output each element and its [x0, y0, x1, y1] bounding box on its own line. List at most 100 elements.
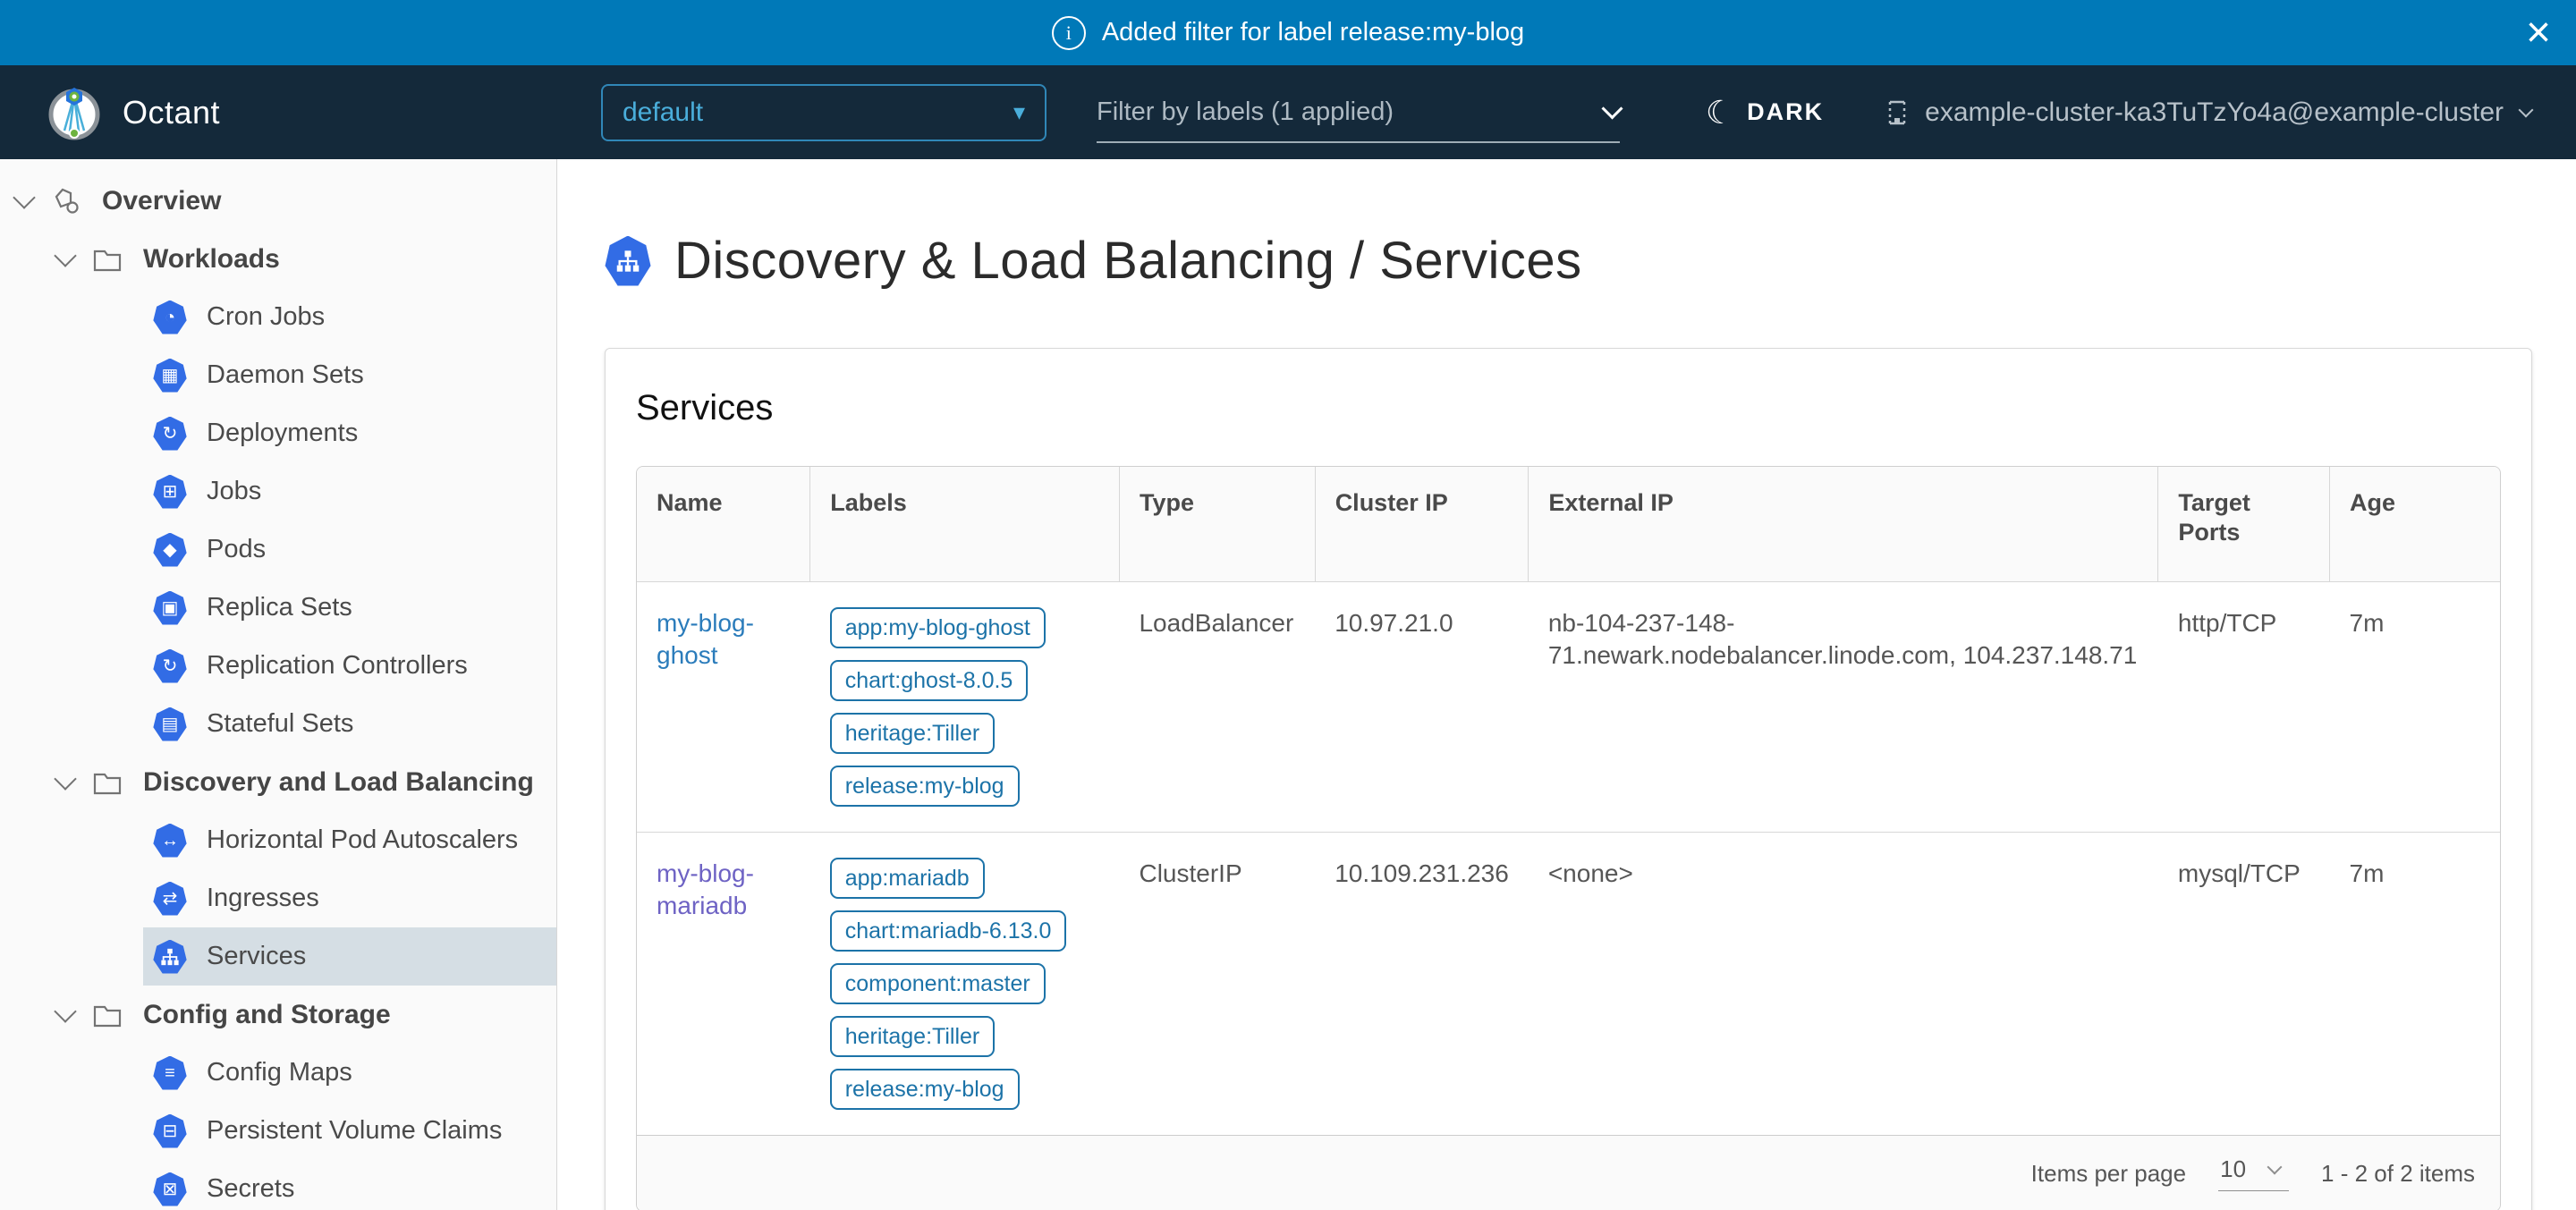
items-per-page-value: 10	[2220, 1155, 2246, 1183]
items-per-page-label: Items per page	[2031, 1160, 2186, 1188]
services-card: Services Name Labels Type Clust	[605, 348, 2532, 1210]
sidebar-item-pods[interactable]: ◆ Pods	[0, 520, 556, 579]
sidebar-group-label: Config and Storage	[143, 1000, 391, 1030]
label-filter-text: Filter by labels (1 applied)	[1097, 97, 1394, 127]
sidebar-item-replica-sets[interactable]: ▣ Replica Sets	[0, 579, 556, 637]
deployment-icon: ↻	[153, 417, 187, 451]
sidebar-item-stateful-sets[interactable]: ▤ Stateful Sets	[0, 695, 556, 753]
sidebar-item-deployments[interactable]: ↻ Deployments	[0, 404, 556, 462]
column-header-age: Age	[2330, 467, 2501, 582]
sidebar-item-label: Pods	[207, 535, 266, 564]
items-per-page-select[interactable]: 10	[2218, 1155, 2289, 1191]
column-header-cluster-ip: Cluster IP	[1315, 467, 1529, 582]
chevron-down-icon	[2267, 1160, 2283, 1175]
cluster-ip: 10.109.231.236	[1315, 833, 1529, 1136]
chevron-down-icon[interactable]	[54, 767, 76, 790]
chevron-down-icon[interactable]	[54, 244, 76, 267]
column-header-name: Name	[637, 467, 810, 582]
service-link[interactable]: my-blog-ghost	[657, 609, 754, 669]
dropdown-caret-icon: ▾	[1013, 98, 1025, 126]
sidebar-item-label: Secrets	[207, 1174, 294, 1204]
cluster-selector[interactable]: example-cluster-ka3TuTzYo4a@example-clus…	[1883, 97, 2531, 128]
secret-icon: ⊠	[153, 1172, 187, 1206]
column-header-external-ip: External IP	[1529, 467, 2158, 582]
sidebar-item-label: Services	[207, 942, 306, 971]
folder-icon	[91, 1001, 123, 1029]
pod-icon: ◆	[153, 533, 187, 567]
services-table: Name Labels Type Cluster IP External IP …	[636, 466, 2501, 1210]
sidebar-item-label: Cron Jobs	[207, 302, 325, 332]
close-icon[interactable]: ×	[2526, 12, 2551, 55]
notification-bar: i Added filter for label release:my-blog…	[0, 0, 2576, 65]
label-filter[interactable]: Filter by labels (1 applied)	[1097, 97, 1620, 143]
label-tag[interactable]: chart:mariadb-6.13.0	[830, 910, 1067, 952]
service-type: LoadBalancer	[1119, 582, 1315, 833]
service-link[interactable]: my-blog-mariadb	[657, 859, 754, 919]
brand: Octant	[46, 84, 601, 141]
chevron-down-icon	[1601, 97, 1623, 119]
sidebar-item-ingresses[interactable]: ⇄ Ingresses	[0, 869, 556, 927]
label-tag[interactable]: release:my-blog	[830, 766, 1020, 807]
sidebar-item-jobs[interactable]: ⊞ Jobs	[0, 462, 556, 520]
sidebar-group-label: Discovery and Load Balancing	[143, 767, 534, 798]
label-tag[interactable]: chart:ghost-8.0.5	[830, 660, 1029, 701]
sidebar-item-label: Daemon Sets	[207, 360, 364, 390]
namespace-selector[interactable]: default ▾	[601, 84, 1046, 141]
column-header-type: Type	[1119, 467, 1315, 582]
column-header-target-ports: Target Ports	[2158, 467, 2330, 582]
cluster-ip: 10.97.21.0	[1315, 582, 1529, 833]
service-icon	[153, 940, 187, 974]
sidebar-group-workloads[interactable]: Workloads	[0, 230, 556, 288]
table-row: my-blog-ghost app:my-blog-ghost chart:gh…	[637, 582, 2500, 833]
chevron-down-icon[interactable]	[13, 186, 35, 208]
chevron-down-icon[interactable]	[54, 1000, 76, 1022]
label-tag[interactable]: heritage:Tiller	[830, 713, 996, 754]
page-title: Discovery & Load Balancing / Services	[605, 231, 2532, 291]
label-tag[interactable]: heritage:Tiller	[830, 1016, 996, 1057]
sidebar-item-secrets[interactable]: ⊠ Secrets	[0, 1160, 556, 1210]
sidebar-item-persistent-volume-claims[interactable]: ⊟ Persistent Volume Claims	[0, 1102, 556, 1160]
sidebar-group-discovery[interactable]: Discovery and Load Balancing	[0, 753, 556, 811]
label-tag[interactable]: app:my-blog-ghost	[830, 607, 1046, 648]
statefulset-icon: ▤	[153, 707, 187, 741]
label-tag[interactable]: component:master	[830, 963, 1046, 1004]
age: 7m	[2330, 833, 2501, 1136]
replication-controller-icon: ↻	[153, 649, 187, 683]
sidebar-item-label: Persistent Volume Claims	[207, 1116, 502, 1146]
sidebar-item-label: Replication Controllers	[207, 651, 468, 681]
replicaset-icon: ▣	[153, 591, 187, 625]
sidebar-item-daemon-sets[interactable]: ▦ Daemon Sets	[0, 346, 556, 404]
sidebar-item-replication-controllers[interactable]: ↻ Replication Controllers	[0, 637, 556, 695]
cronjob-icon: ◔	[153, 300, 187, 334]
moon-icon: ☾	[1706, 94, 1734, 131]
configmap-icon: ≡	[153, 1056, 187, 1090]
notification-message: Added filter for label release:my-blog	[1102, 18, 1524, 47]
app-header: Octant default ▾ Filter by labels (1 app…	[0, 65, 2576, 159]
theme-toggle[interactable]: ☾ DARK	[1706, 94, 1824, 131]
sidebar-item-label: Ingresses	[207, 884, 319, 913]
target-ports: http/TCP	[2158, 582, 2330, 833]
namespace-value: default	[623, 97, 703, 128]
app-title: Octant	[123, 94, 220, 131]
external-ip: <none>	[1529, 833, 2158, 1136]
cluster-icon	[1883, 97, 1911, 128]
label-tag[interactable]: release:my-blog	[830, 1069, 1020, 1110]
overview-icon	[50, 185, 82, 217]
daemonset-icon: ▦	[153, 359, 187, 393]
ingress-icon: ⇄	[153, 882, 187, 916]
external-ip: nb-104-237-148-71.newark.nodebalancer.li…	[1529, 582, 2158, 833]
sidebar-item-cron-jobs[interactable]: ◔ Cron Jobs	[0, 288, 556, 346]
target-ports: mysql/TCP	[2158, 833, 2330, 1136]
sidebar-item-label: Deployments	[207, 419, 358, 448]
age: 7m	[2330, 582, 2501, 833]
label-tag[interactable]: app:mariadb	[830, 858, 985, 899]
sidebar-item-overview[interactable]: Overview	[0, 172, 556, 230]
sidebar-item-config-maps[interactable]: ≡ Config Maps	[0, 1044, 556, 1102]
sidebar-item-horizontal-pod-autoscalers[interactable]: ↔ Horizontal Pod Autoscalers	[0, 811, 556, 869]
sidebar-item-services[interactable]: Services	[143, 927, 556, 986]
column-header-labels: Labels	[810, 467, 1120, 582]
info-icon: i	[1052, 16, 1086, 50]
main-content: Discovery & Load Balancing / Services Se…	[557, 159, 2576, 1210]
sidebar-group-config-storage[interactable]: Config and Storage	[0, 986, 556, 1044]
pvc-icon: ⊟	[153, 1114, 187, 1148]
